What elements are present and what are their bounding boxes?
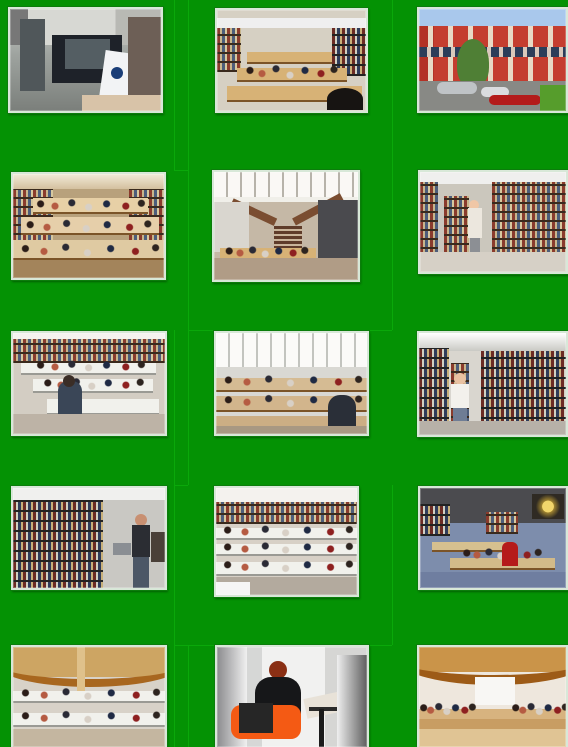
photo-gallery	[0, 0, 568, 747]
photo-thumbnail[interactable]	[215, 645, 369, 747]
photo-thumbnail[interactable]	[418, 170, 568, 274]
grid-line	[174, 485, 175, 645]
photo-thumbnail[interactable]	[8, 7, 163, 113]
photo-thumbnail[interactable]	[11, 172, 166, 280]
photo-thumbnail[interactable]	[215, 8, 368, 113]
photo-thumbnail[interactable]	[11, 486, 167, 590]
grid-line	[392, 0, 393, 170]
photo-thumbnail[interactable]	[214, 331, 369, 436]
photo-thumbnail[interactable]	[418, 486, 568, 590]
grid-line	[174, 645, 175, 747]
grid-line	[392, 485, 393, 645]
grid-line	[174, 170, 188, 171]
photo-thumbnail[interactable]	[11, 645, 167, 747]
grid-line	[188, 170, 189, 330]
grid-line	[392, 170, 393, 330]
grid-line	[174, 0, 175, 170]
photo-thumbnail[interactable]	[214, 486, 359, 597]
grid-line	[174, 330, 175, 485]
grid-line	[188, 645, 189, 747]
photo-thumbnail[interactable]	[212, 170, 360, 282]
photo-thumbnail[interactable]	[417, 7, 568, 113]
grid-line	[188, 0, 189, 170]
photo-thumbnail[interactable]	[417, 645, 568, 747]
grid-line	[188, 330, 189, 485]
photo-thumbnail[interactable]	[417, 331, 568, 437]
grid-line	[174, 485, 188, 486]
photo-thumbnail[interactable]	[11, 331, 167, 436]
